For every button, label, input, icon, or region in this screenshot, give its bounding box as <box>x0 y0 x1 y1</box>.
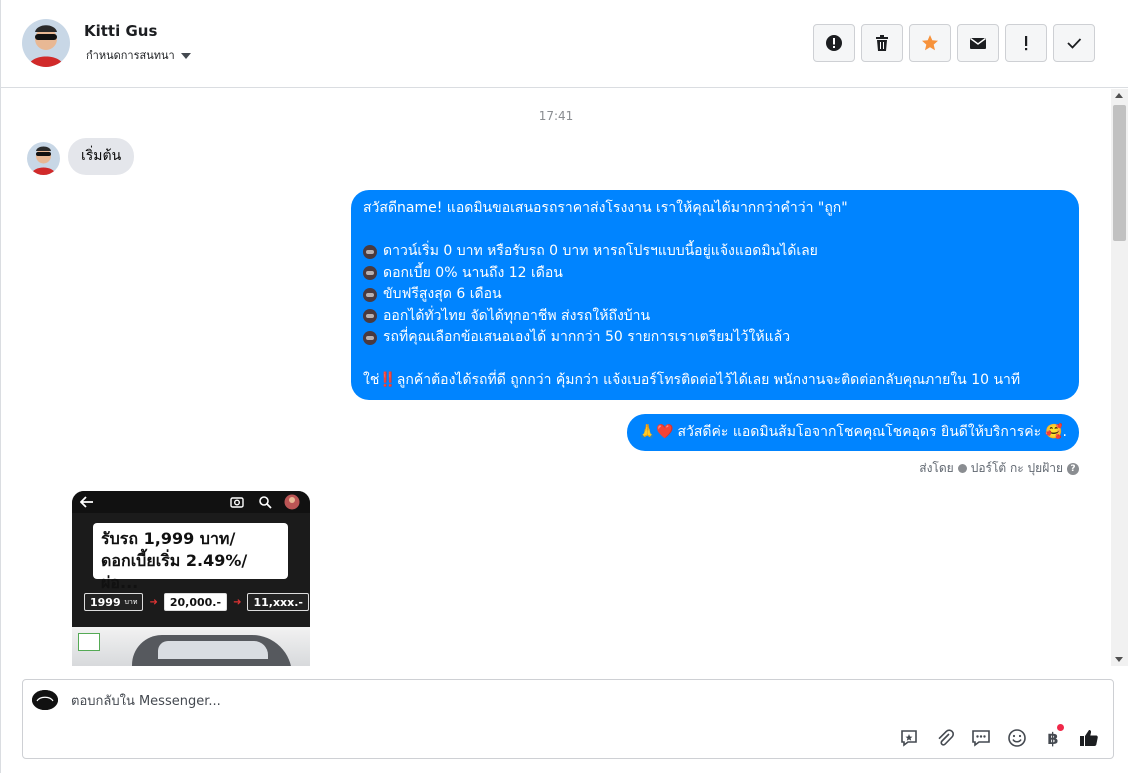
sender-avatar <box>27 142 60 175</box>
chat-bubbles-icon <box>972 730 990 747</box>
smiling-hearts-emoji: 🥰. <box>1045 424 1067 440</box>
scroll-up-arrow[interactable] <box>1115 93 1123 98</box>
message-bullet: รถที่คุณเลือกข้อเสนอเองได้ มากกว่า 50 รา… <box>363 327 1067 349</box>
double-exclamation-emoji: ‼️ <box>379 372 397 388</box>
delete-button[interactable] <box>861 24 903 62</box>
assign-label: กำหนดการสนทนา <box>86 49 175 62</box>
help-icon[interactable]: ? <box>1067 462 1079 475</box>
message-bullet: ขับฟรีสูงสุด 6 เดือน <box>363 284 1067 306</box>
conversation-toolbar <box>813 24 1095 62</box>
star-button[interactable] <box>909 24 951 62</box>
car-emoji-icon <box>363 309 377 324</box>
sent-by-label: ส่งโดย ปอร์โต้ กะ ปุยฝ้าย ? <box>919 459 1079 478</box>
page-logo-icon <box>32 690 58 710</box>
exclamation-icon <box>1025 36 1028 51</box>
quick-replies-button[interactable] <box>969 726 993 750</box>
envelope-icon <box>970 37 986 49</box>
emoji-button[interactable] <box>1005 726 1029 750</box>
assign-conversation-dropdown[interactable]: กำหนดการสนทนา <box>86 46 191 64</box>
dealer-logo <box>78 633 100 651</box>
thread-scrollbar[interactable] <box>1111 89 1128 666</box>
arrow-icon: ➜ <box>233 596 242 608</box>
star-icon <box>922 35 938 51</box>
smiley-icon <box>1008 729 1026 747</box>
arrow-icon: ➜ <box>149 596 158 608</box>
mark-important-button[interactable] <box>1005 24 1047 62</box>
attach-file-button[interactable] <box>933 726 957 750</box>
profile-icon <box>284 494 300 510</box>
message-closing: ใช่ ‼️ ลูกค้าต้องได้รถที่ดี ถูกกว่า คุ้มกว… <box>363 370 1067 392</box>
notification-badge <box>1057 724 1064 731</box>
like-button[interactable] <box>1077 726 1101 750</box>
image-attachment[interactable]: รับรถ 1,999 บาท/ ดอกเบี้ยเริ่ม 2.49%/ผ่อ… <box>72 491 310 666</box>
pray-heart-emoji: 🙏❤️ <box>638 424 674 440</box>
message-intro: สวัสดีname! แอดมินขอเสนอรถราคาส่งโรงงาน … <box>363 200 848 216</box>
car-emoji-icon <box>363 330 377 345</box>
reply-input[interactable] <box>71 690 771 712</box>
car-emoji-icon <box>363 266 377 281</box>
check-icon <box>1067 38 1082 49</box>
composer-tools: ฿ <box>897 724 1101 750</box>
caret-down-icon <box>180 49 191 62</box>
outgoing-greeting-message: 🙏❤️ สวัสดีค่ะ แอดมินส้มโอจากโชคคุณโชคอุด… <box>626 414 1079 451</box>
saved-reply-button[interactable] <box>897 726 921 750</box>
message-bullet: ออกได้ทั่วไทย จัดได้ทุกอาชีพ ส่งรถให้ถึง… <box>363 306 1067 328</box>
inbox-conversation: Kitti Gus กำหนดการสนทนา 17:41 เริ่มต้น ส… <box>0 0 1137 773</box>
scroll-down-arrow[interactable] <box>1115 657 1123 662</box>
outgoing-message: สวัสดีname! แอดมินขอเสนอรถราคาส่งโรงงาน … <box>351 190 1079 400</box>
trash-icon <box>876 35 888 51</box>
contact-avatar[interactable] <box>22 19 70 67</box>
sender-indicator-icon <box>957 464 967 473</box>
paperclip-icon <box>938 729 954 746</box>
message-thread: 17:41 เริ่มต้น สวัสดีname! แอดมินขอเสนอร… <box>1 89 1111 666</box>
search-icon <box>259 496 272 509</box>
saved-reply-icon <box>901 730 917 747</box>
car-emoji-icon <box>363 287 377 302</box>
conversation-header: Kitti Gus กำหนดการสนทนา <box>1 0 1128 88</box>
payment-button[interactable]: ฿ <box>1041 724 1065 750</box>
car-emoji-icon <box>363 244 377 259</box>
contact-name[interactable]: Kitti Gus <box>84 22 157 40</box>
incoming-message: เริ่มต้น <box>68 138 135 175</box>
mark-done-button[interactable] <box>1053 24 1095 62</box>
back-arrow-icon <box>80 496 93 508</box>
promo-headline: รับรถ 1,999 บาท/ ดอกเบี้ยเริ่ม 2.49%/ผ่อ… <box>93 523 288 592</box>
message-bullet: ดอกเบี้ย 0% นานถึง 12 เดือน <box>363 263 1067 285</box>
mark-unread-button[interactable] <box>957 24 999 62</box>
reply-composer: ฿ <box>22 679 1114 759</box>
promo-prices: 1999 บาท ➜ 20,000.- ➜ 11,xxx.- <box>84 587 309 617</box>
baht-icon: ฿ <box>1047 728 1059 748</box>
price-tag: 11,xxx.- <box>247 593 309 611</box>
thumbs-up-icon <box>1080 730 1098 746</box>
message-bullet: ดาวน์เริ่ม 0 บาท หรือรับรถ 0 บาท หารถโปร… <box>363 241 1067 263</box>
message-timestamp: 17:41 <box>538 109 574 123</box>
scroll-thumb[interactable] <box>1113 105 1126 241</box>
car-photo <box>72 627 310 666</box>
price-tag: 20,000.- <box>163 593 228 611</box>
alert-circle-icon <box>826 35 842 51</box>
price-tag: 1999 บาท <box>84 593 144 611</box>
mark-spam-button[interactable] <box>813 24 855 62</box>
attachment-topbar <box>72 491 310 513</box>
camera-icon <box>230 497 244 508</box>
